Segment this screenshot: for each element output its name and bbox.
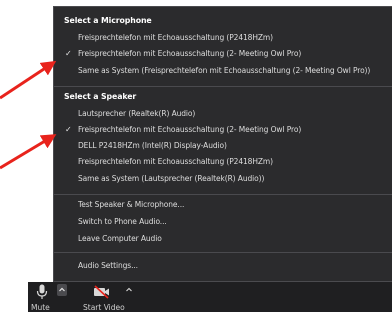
microphone-section-header: Select a Microphone: [64, 16, 152, 25]
video-options-chevron-icon[interactable]: [124, 285, 134, 295]
speaker-option-label: Freisprechtelefon mit Echoausschaltung (…: [78, 157, 273, 166]
speaker-option-p2418hzm[interactable]: Freisprechtelefon mit Echoausschaltung (…: [54, 155, 392, 169]
speaker-option-same-as-system[interactable]: Same as System (Lautsprecher (Realtek(R)…: [54, 172, 392, 186]
microphone-option-label: Freisprechtelefon mit Echoausschaltung (…: [78, 33, 273, 42]
mute-label: Mute: [31, 303, 50, 312]
microphone-option-p2418hzm[interactable]: Freisprechtelefon mit Echoausschaltung (…: [54, 31, 392, 45]
speaker-option-realtek[interactable]: Lautsprecher (Realtek(R) Audio): [54, 107, 392, 121]
leave-computer-audio-item[interactable]: Leave Computer Audio: [54, 232, 392, 246]
audio-options-caret-button[interactable]: [57, 284, 67, 296]
menu-item-label: Audio Settings...: [78, 261, 138, 270]
video-off-icon: [94, 285, 109, 299]
test-speaker-microphone-item[interactable]: Test Speaker & Microphone...: [54, 198, 392, 212]
speaker-option-label: Same as System (Lautsprecher (Realtek(R)…: [78, 174, 265, 183]
microphone-arrow: [0, 60, 57, 100]
microphone-option-label: Same as System (Freisprechtelefon mit Ec…: [78, 66, 371, 75]
mute-button[interactable]: Mute: [28, 282, 56, 312]
microphone-option-same-as-system[interactable]: Same as System (Freisprechtelefon mit Ec…: [54, 64, 392, 78]
speaker-option-meeting-owl[interactable]: ✓ Freisprechtelefon mit Echoausschaltung…: [54, 123, 392, 137]
menu-item-label: Test Speaker & Microphone...: [78, 200, 185, 209]
meeting-toolbar: Mute Start Video: [28, 282, 392, 312]
switch-to-phone-audio-item[interactable]: Switch to Phone Audio...: [54, 215, 392, 229]
menu-item-label: Switch to Phone Audio...: [78, 217, 167, 226]
chevron-up-icon: [59, 287, 65, 292]
menu-item-label: Leave Computer Audio: [78, 234, 162, 243]
menu-divider: [54, 86, 392, 87]
speaker-option-dell[interactable]: DELL P2418HZm (Intel(R) Display-Audio): [54, 139, 392, 153]
speaker-option-label: Freisprechtelefon mit Echoausschaltung (…: [78, 125, 302, 134]
microphone-icon: [36, 284, 48, 299]
checkmark-icon: ✓: [65, 125, 72, 134]
audio-options-menu: Select a Microphone Freisprechtelefon mi…: [53, 6, 392, 282]
screenshot-stage: Select a Microphone Freisprechtelefon mi…: [0, 0, 392, 312]
menu-divider: [54, 194, 392, 195]
checkmark-icon: ✓: [65, 49, 72, 58]
speaker-section-header: Select a Speaker: [64, 92, 137, 101]
start-video-label: Start Video: [83, 303, 125, 312]
microphone-option-meeting-owl[interactable]: ✓ Freisprechtelefon mit Echoausschaltung…: [54, 47, 392, 61]
menu-divider: [54, 252, 392, 253]
speaker-option-label: Lautsprecher (Realtek(R) Audio): [78, 109, 196, 118]
speaker-option-label: DELL P2418HZm (Intel(R) Display-Audio): [78, 141, 227, 150]
speaker-arrow: [0, 134, 57, 170]
audio-settings-item[interactable]: Audio Settings...: [54, 259, 392, 273]
microphone-option-label: Freisprechtelefon mit Echoausschaltung (…: [78, 49, 302, 58]
